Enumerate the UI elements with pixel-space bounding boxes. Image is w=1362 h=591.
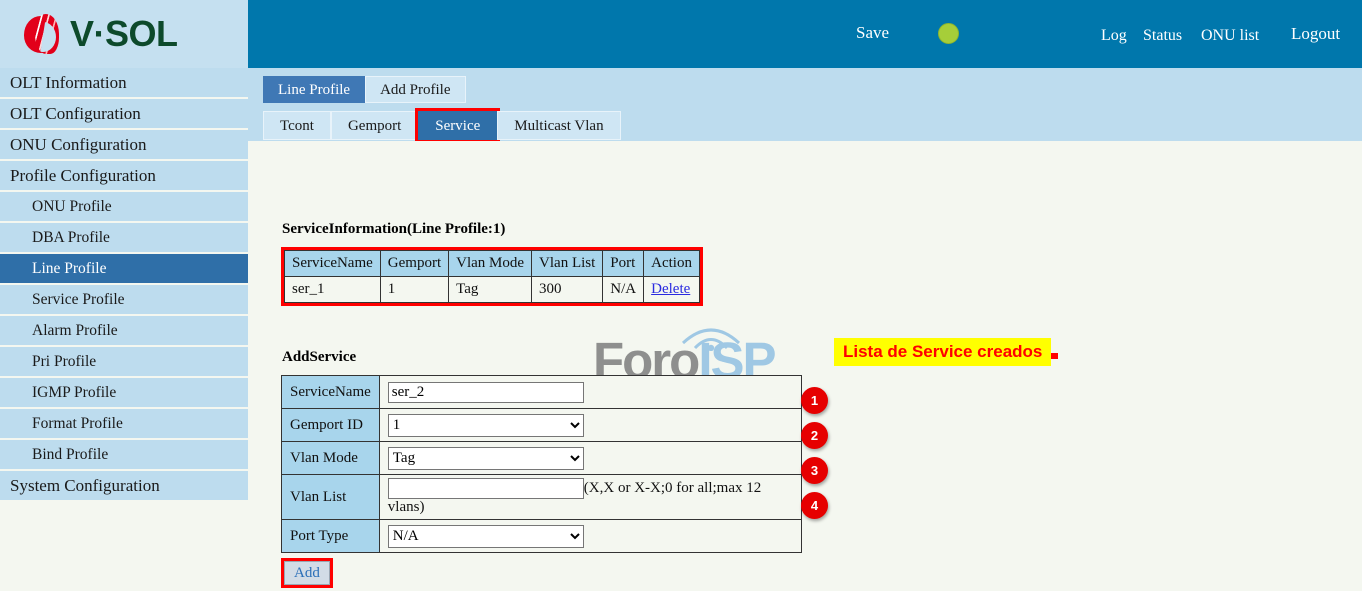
cell-gemport: 1 — [380, 277, 448, 303]
tab-gemport[interactable]: Gemport — [331, 111, 418, 140]
gemport-id-select[interactable]: 1234 — [388, 414, 584, 437]
header-link-log[interactable]: Log — [1101, 27, 1127, 45]
top-header-bar: Save Log Status ONU list Logout — [248, 0, 1362, 68]
add-button-highlight: Add — [281, 558, 333, 588]
step-badge-3: 3 — [801, 457, 828, 484]
column-header: Vlan List — [532, 251, 603, 277]
delete-link[interactable]: Delete — [651, 281, 690, 297]
service-information-title: ServiceInformation(Line Profile:1) — [282, 221, 505, 238]
column-header: Gemport — [380, 251, 448, 277]
column-header: ServiceName — [285, 251, 381, 277]
service-information-table-highlight: ServiceNameGemportVlan ModeVlan ListPort… — [281, 247, 703, 306]
add-button[interactable]: Add — [284, 561, 330, 585]
add-service-title: AddService — [282, 349, 356, 366]
label-port-type: Port Type — [282, 520, 380, 553]
table-body: ser_11Tag300N/A Delete — [285, 277, 700, 303]
content-area: Line ProfileAdd Profile TcontGemportServ… — [248, 68, 1362, 591]
service-name-input[interactable] — [388, 382, 584, 403]
form-row-vlan-mode: Vlan Mode TagTransparentTranslation — [282, 442, 802, 475]
service-panel: ForoISP ServiceInformation(Line Profile:… — [248, 141, 1362, 591]
sidebar-item-format-profile[interactable]: Format Profile — [0, 409, 248, 438]
annotation-callout: Lista de Service creados — [834, 338, 1051, 366]
wifi-signal-icon — [671, 321, 751, 351]
sidebar-item-line-profile[interactable]: Line Profile — [0, 254, 248, 283]
status-indicator-dot — [938, 23, 959, 44]
service-information-table: ServiceNameGemportVlan ModeVlan ListPort… — [284, 250, 700, 303]
label-vlan-list: Vlan List — [282, 475, 380, 520]
olt-web-管理-page: V·SOL OLT InformationOLT ConfigurationON… — [0, 0, 1362, 591]
cell-vlan-list: 300 — [532, 277, 603, 303]
table-header-row: ServiceNameGemportVlan ModeVlan ListPort… — [285, 251, 700, 277]
primary-tabs: Line ProfileAdd Profile — [263, 76, 466, 103]
cell-service-name: ser_1 — [285, 277, 381, 303]
add-service-table: ServiceName Gemport ID 1234 — [281, 375, 802, 553]
header-link-onu-list[interactable]: ONU list — [1201, 27, 1259, 45]
add-service-form: ServiceName Gemport ID 1234 — [281, 375, 802, 553]
tab-add-profile[interactable]: Add Profile — [365, 76, 465, 103]
cell-vlan-mode: Tag — [449, 277, 532, 303]
step-badge-1: 1 — [801, 387, 828, 414]
column-header: Port — [603, 251, 644, 277]
form-row-service-name: ServiceName — [282, 376, 802, 409]
sidebar-item-onu-configuration[interactable]: ONU Configuration — [0, 130, 248, 159]
sidebar-item-bind-profile[interactable]: Bind Profile — [0, 440, 248, 469]
table-row: ser_11Tag300N/A Delete — [285, 277, 700, 303]
cell-action: Delete — [644, 277, 700, 303]
label-gemport-id: Gemport ID — [282, 409, 380, 442]
secondary-tabs: TcontGemportServiceMulticast Vlan — [263, 111, 621, 140]
step-badge-2: 2 — [801, 422, 828, 449]
header-link-status[interactable]: Status — [1143, 27, 1182, 45]
cell-port: N/A — [603, 277, 644, 303]
form-row-gemport-id: Gemport ID 1234 — [282, 409, 802, 442]
vlan-list-input[interactable] — [388, 478, 584, 499]
column-header: Action — [644, 251, 700, 277]
header-link-logout[interactable]: Logout — [1291, 24, 1340, 44]
sidebar-item-system-configuration[interactable]: System Configuration — [0, 471, 248, 500]
label-service-name: ServiceName — [282, 376, 380, 409]
sidebar-item-service-profile[interactable]: Service Profile — [0, 285, 248, 314]
sidebar-nav: OLT InformationOLT ConfigurationONU Conf… — [0, 68, 248, 500]
sidebar-item-olt-information[interactable]: OLT Information — [0, 68, 248, 97]
save-button[interactable]: Save — [856, 23, 889, 43]
brand-name: V·SOL — [70, 13, 178, 55]
sidebar-item-alarm-profile[interactable]: Alarm Profile — [0, 316, 248, 345]
sidebar-item-profile-configuration[interactable]: Profile Configuration — [0, 161, 248, 190]
tab-multicast-vlan[interactable]: Multicast Vlan — [497, 111, 620, 140]
sidebar-item-dba-profile[interactable]: DBA Profile — [0, 223, 248, 252]
form-row-port-type: Port Type N/AETHPOTS — [282, 520, 802, 553]
brand-logo: V·SOL — [0, 0, 248, 68]
sidebar-item-igmp-profile[interactable]: IGMP Profile — [0, 378, 248, 407]
tab-line-profile[interactable]: Line Profile — [263, 76, 365, 103]
tab-service[interactable]: Service — [418, 111, 497, 140]
port-type-select[interactable]: N/AETHPOTS — [388, 525, 584, 548]
sidebar-item-pri-profile[interactable]: Pri Profile — [0, 347, 248, 376]
vlan-mode-select[interactable]: TagTransparentTranslation — [388, 447, 584, 470]
vsol-flame-icon — [22, 13, 62, 55]
column-header: Vlan Mode — [449, 251, 532, 277]
form-row-vlan-list: Vlan List (X,X or X-X;0 for all;max 12 v… — [282, 475, 802, 520]
step-badge-4: 4 — [801, 492, 828, 519]
sidebar-item-onu-profile[interactable]: ONU Profile — [0, 192, 248, 221]
tab-tcont[interactable]: Tcont — [263, 111, 331, 140]
sidebar-item-olt-configuration[interactable]: OLT Configuration — [0, 99, 248, 128]
label-vlan-mode: Vlan Mode — [282, 442, 380, 475]
sidebar: V·SOL OLT InformationOLT ConfigurationON… — [0, 0, 248, 591]
